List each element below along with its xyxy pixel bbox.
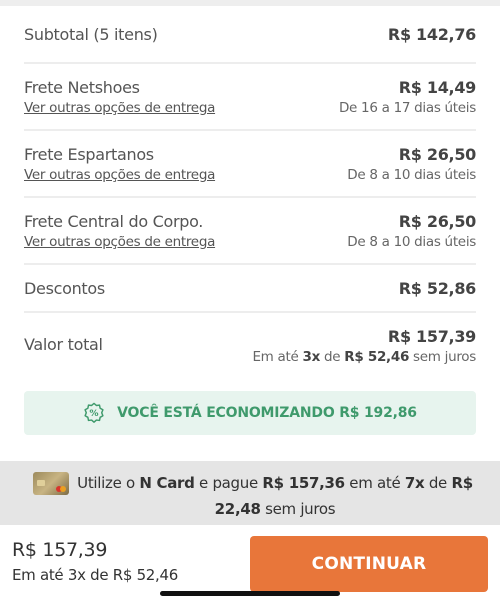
other-delivery-options-link[interactable]: Ver outras opções de entrega (24, 167, 215, 183)
shipping-eta: De 16 a 17 dias úteis (338, 100, 476, 116)
shipping-label: Frete Netshoes (24, 78, 140, 97)
subtotal-label: Subtotal (5 itens) (24, 24, 158, 44)
checkout-footer: R$ 157,39 Em até 3x de R$ 52,46 CONTINUA… (0, 525, 500, 606)
total-installments: Em até 3x de R$ 52,46 sem juros (252, 349, 476, 365)
total-value: R$ 157,39 (387, 327, 476, 346)
shipping-row: Frete Netshoes Ver outras opções de entr… (24, 64, 476, 131)
savings-banner: % VOCÊ ESTÁ ECONOMIZANDO R$ 192,86 (24, 391, 476, 435)
discounts-label: Descontos (24, 278, 105, 298)
home-indicator (160, 591, 340, 596)
subtotal-row: Subtotal (5 itens) R$ 142,76 (24, 6, 476, 64)
order-summary: Subtotal (5 itens) R$ 142,76 Frete Netsh… (0, 6, 500, 376)
shipping-value: R$ 14,49 (398, 78, 477, 97)
footer-total: R$ 157,39 (12, 539, 108, 561)
percent-badge-icon: % (84, 402, 104, 423)
total-row: Valor total R$ 157,39 Em até 3x de R$ 52… (24, 313, 476, 376)
total-label: Valor total (24, 335, 103, 354)
shipping-row: Frete Central do Corpo. Ver outras opçõe… (24, 198, 476, 265)
continue-button[interactable]: CONTINUAR (250, 536, 488, 592)
other-delivery-options-link[interactable]: Ver outras opções de entrega (24, 100, 215, 116)
ncard-promo-text: Utilize o N Card e pague R$ 157,36 em at… (77, 474, 473, 518)
discounts-row: Descontos R$ 52,86 (24, 265, 476, 313)
shipping-row: Frete Espartanos Ver outras opções de en… (24, 131, 476, 198)
shipping-value: R$ 26,50 (398, 212, 477, 231)
discounts-value: R$ 52,86 (398, 278, 477, 298)
shipping-label: Frete Central do Corpo. (24, 212, 204, 231)
footer-installments: Em até 3x de R$ 52,46 (12, 566, 179, 584)
svg-text:%: % (90, 408, 99, 419)
savings-text: VOCÊ ESTÁ ECONOMIZANDO R$ 192,86 (117, 405, 417, 421)
ncard-promo-banner[interactable]: Utilize o N Card e pague R$ 157,36 em at… (0, 461, 500, 525)
shipping-eta: De 8 a 10 dias úteis (347, 234, 476, 250)
credit-card-icon (33, 472, 69, 495)
shipping-label: Frete Espartanos (24, 145, 154, 164)
subtotal-value: R$ 142,76 (387, 24, 476, 44)
shipping-eta: De 8 a 10 dias úteis (347, 167, 476, 183)
shipping-value: R$ 26,50 (398, 145, 477, 164)
other-delivery-options-link[interactable]: Ver outras opções de entrega (24, 234, 215, 250)
